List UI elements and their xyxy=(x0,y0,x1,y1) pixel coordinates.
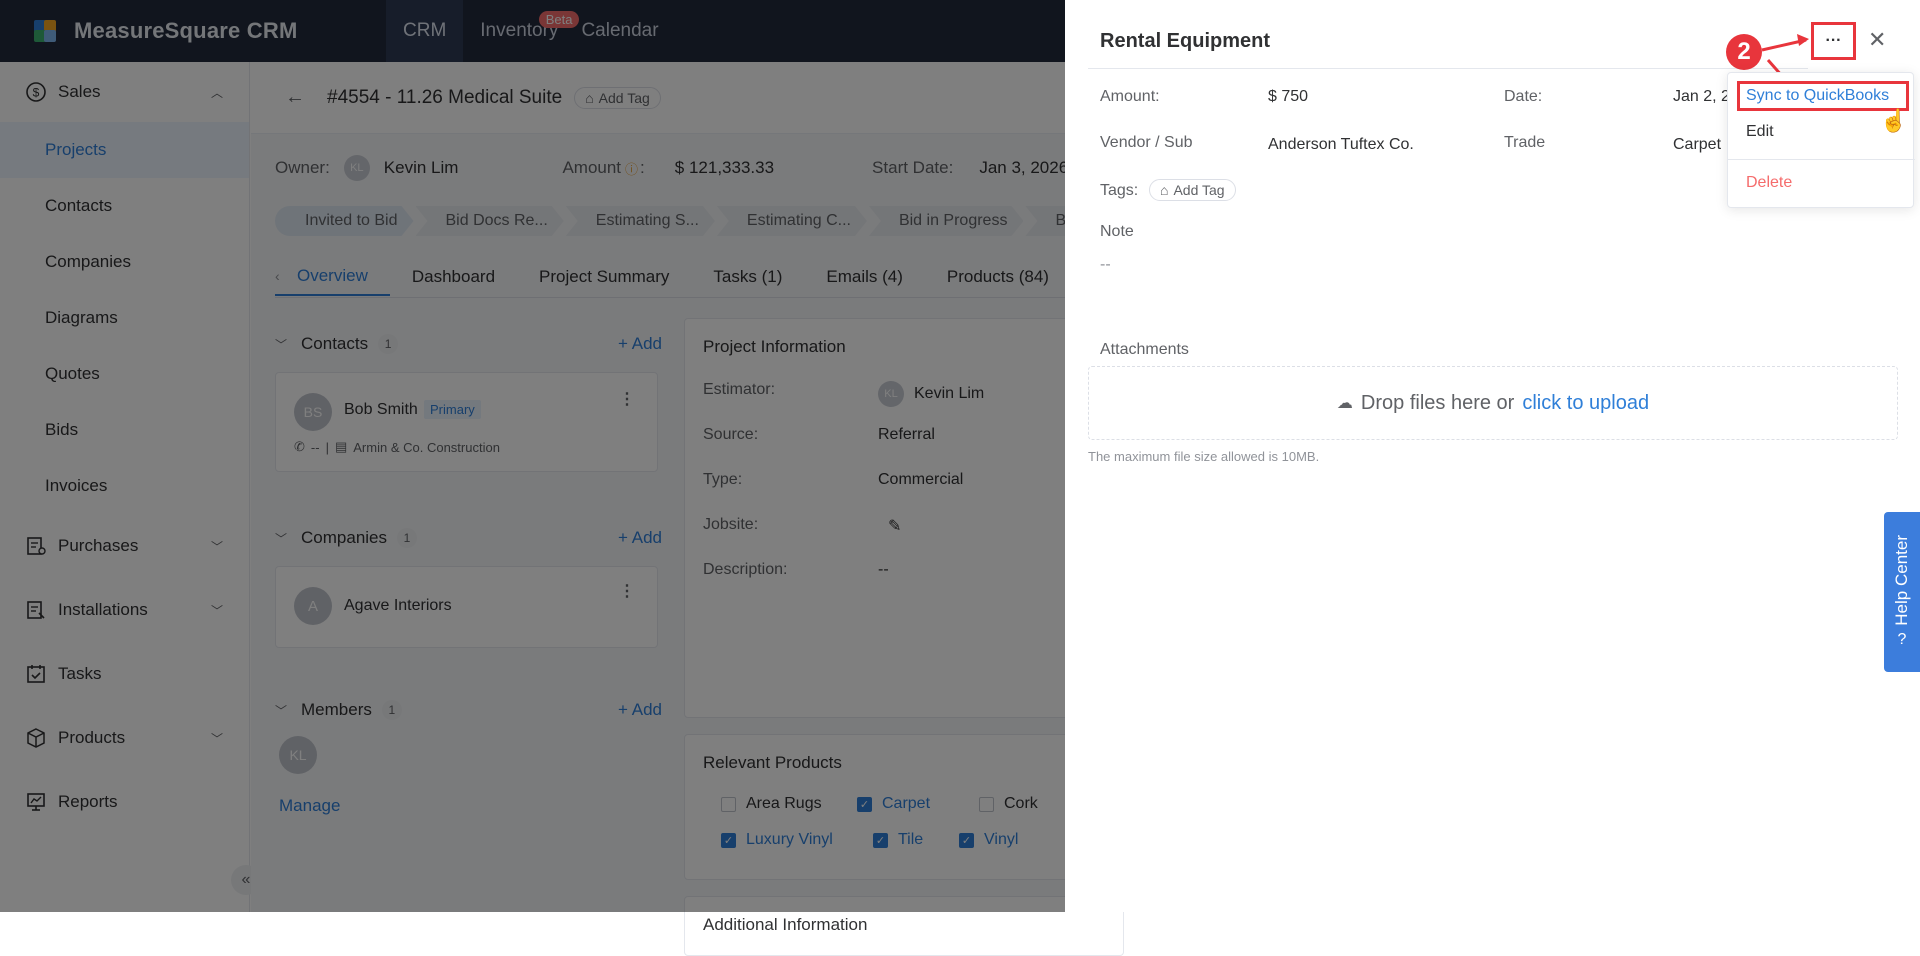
edit-item[interactable]: Edit xyxy=(1746,123,1774,141)
panel-title: Additional Information xyxy=(703,915,868,934)
sync-to-quickbooks-item[interactable]: Sync to QuickBooks xyxy=(1746,87,1889,105)
pointer-cursor-icon: ☝ xyxy=(1880,108,1908,133)
delete-item[interactable]: Delete xyxy=(1746,174,1792,192)
more-actions-button[interactable]: ··· xyxy=(1811,22,1856,60)
help-circle-icon: ? xyxy=(1897,631,1907,649)
actions-dropdown: Sync to QuickBooks Edit Delete xyxy=(1727,72,1915,208)
help-center-label: Help Center xyxy=(1892,534,1911,626)
divider xyxy=(1728,159,1915,160)
more-horizontal-icon: ··· xyxy=(1825,32,1842,49)
help-center-tab[interactable]: Help Center ? xyxy=(1884,512,1920,672)
annotation-arrows xyxy=(1761,34,1809,88)
close-icon[interactable]: ✕ xyxy=(1868,27,1886,53)
